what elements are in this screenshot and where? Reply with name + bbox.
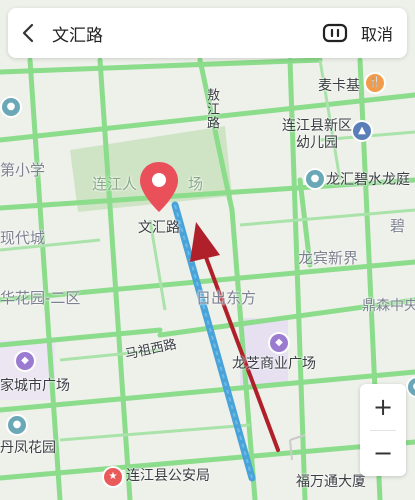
area-label-hua-garden: 华花园-二区 <box>0 289 81 307</box>
shopping-icon[interactable]: ◆ <box>16 352 34 370</box>
police-icon[interactable]: ★ <box>104 468 122 486</box>
poi-label-police[interactable]: 连江县公安局 <box>126 468 210 484</box>
building-icon[interactable]: ● <box>2 98 20 116</box>
location-pin-icon[interactable] <box>138 160 180 214</box>
search-bar: 文汇路 取消 <box>8 8 407 58</box>
building-icon[interactable]: ● <box>306 170 324 188</box>
road-label-aojiang: 敖江路 <box>204 88 219 130</box>
kindergarten-line1: 连江县新区 <box>282 118 352 134</box>
poi-label-kindergarten[interactable]: 连江县新区 幼儿园 <box>282 118 352 152</box>
poi-label-home-city[interactable]: 家城市广场 <box>0 378 70 394</box>
kindergarten-line2: 幼儿园 <box>296 135 338 151</box>
area-label-dingsen: 鼎森中央 <box>362 298 415 314</box>
zoom-divider <box>370 430 396 431</box>
food-icon[interactable]: 🍴 <box>366 74 384 92</box>
poi-label-longhui[interactable]: 龙汇碧水龙庭 <box>326 172 410 188</box>
selected-road-label[interactable]: 文汇路 <box>138 220 180 236</box>
poi-label-fuwantong[interactable]: 福万通大厦 <box>296 474 366 490</box>
area-label-bi: 碧 <box>390 217 406 235</box>
park-label-suffix: 场 <box>188 175 204 193</box>
area-label-primary-school: 第小学 <box>0 161 46 179</box>
search-input[interactable]: 文汇路 <box>48 21 315 46</box>
map-view[interactable]: 🍴 ▲ ● ◆ ◆ ● ● ● ★ 麦卡基 连江县新区 幼儿园 龙汇碧水龙庭 碧… <box>0 0 415 500</box>
direction-arrow-head <box>190 222 220 262</box>
chevron-left-icon <box>22 23 34 43</box>
zoom-controls: + − <box>360 384 406 476</box>
back-button[interactable] <box>8 8 48 58</box>
cancel-button[interactable]: 取消 <box>355 21 407 45</box>
area-label-richu: 日出东方 <box>196 289 257 307</box>
zoom-out-button[interactable]: − <box>360 430 406 476</box>
shopping-icon[interactable]: ◆ <box>270 334 288 352</box>
voice-icon <box>322 23 348 43</box>
park-label-lianjiang: 连江人 <box>92 175 138 193</box>
zoom-in-button[interactable]: + <box>360 384 406 430</box>
school-icon[interactable]: ▲ <box>353 122 371 140</box>
area-label-modern-city: 现代城 <box>0 229 46 247</box>
voice-input-button[interactable] <box>315 8 355 58</box>
poi-label-danfeng[interactable]: 丹凤花园 <box>0 440 56 456</box>
area-label-longbin: 龙宾新界 <box>298 249 359 267</box>
poi-label-longzhi[interactable]: 龙芝商业广场 <box>232 356 316 372</box>
poi-label-maikaji[interactable]: 麦卡基 <box>318 78 360 94</box>
building-icon[interactable]: ● <box>8 416 26 434</box>
